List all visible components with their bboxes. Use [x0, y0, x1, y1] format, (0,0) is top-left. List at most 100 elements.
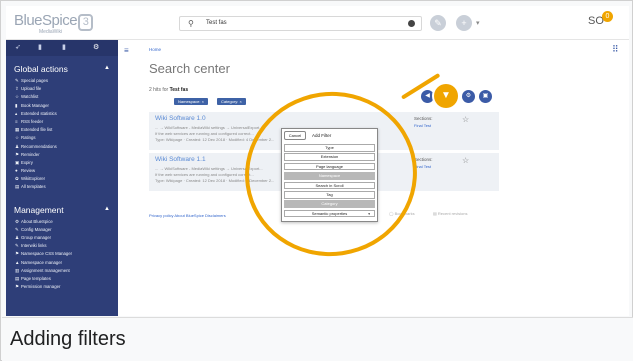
filter-chip-category[interactable]: Category: × — [217, 98, 246, 105]
add-icon[interactable]: + — [456, 15, 472, 31]
sidebar-item[interactable]: ⚑ Permission manager — [6, 283, 118, 291]
result-title[interactable]: Wiki Software 1.0 — [155, 115, 206, 122]
result-snippet: If the web services are running and conf… — [155, 131, 254, 136]
clear-search-icon[interactable] — [408, 20, 415, 27]
sidebar-item[interactable]: ⚙ About BlueSpice — [6, 218, 118, 226]
filter-icon[interactable]: ▼ — [434, 84, 458, 108]
sidebar-item[interactable]: ▲ Namespace manager — [6, 259, 118, 267]
sidebar-item-label: WikiExplorer — [21, 176, 46, 182]
sidebar-item[interactable]: ▴ Extended statistics — [6, 110, 118, 118]
recent-revisions-link[interactable]: ▤ Recent revisions — [433, 211, 467, 216]
filter-option-label: Page language — [316, 163, 343, 169]
sidebar-item-label: RSS feeder — [21, 118, 44, 124]
section-link[interactable]: Final Test — [414, 164, 431, 169]
result-meta: Type: Wikipage · Created: 12 Dec 2018 · … — [155, 137, 275, 142]
apps-grid-icon[interactable]: ⠿ — [612, 44, 619, 55]
menu-icon[interactable]: ≡ — [124, 46, 129, 55]
sidebar-item[interactable]: ✎ Interwiki links — [6, 242, 118, 250]
bookmarks-link[interactable]: ◯ Bookmarks — [389, 211, 415, 216]
filter-option: Namespace — [284, 172, 375, 180]
page-title: Search center — [149, 61, 230, 76]
export-tool-icon[interactable]: ▣ — [479, 90, 492, 103]
section-title: Management — [14, 204, 64, 215]
logo-number: 3 — [78, 14, 94, 31]
edit-icon[interactable]: ✎ — [430, 15, 446, 31]
sidebar-item[interactable]: ☆ Ratings — [6, 134, 118, 142]
sidebar-item[interactable]: ♟ Recommendations — [6, 143, 118, 151]
sidebar-item-label: Interwiki links — [21, 243, 47, 249]
sidebar-item[interactable]: ☆ Watchlist — [6, 93, 118, 101]
sidebar-item[interactable]: ✎ Special pages — [6, 77, 118, 85]
breadcrumb[interactable]: Home — [149, 47, 161, 52]
sidebar: ➶ ▮ ▮ ⚙ Global actions ▲ ✎ Special pages ⇪… — [6, 40, 118, 316]
back-tool-icon[interactable]: ◀ — [421, 90, 434, 103]
filter-option-label: Namespace — [318, 173, 341, 179]
sidebar-item[interactable]: ♟ Group manager — [6, 234, 118, 242]
sidebar-section-management[interactable]: Management ▲ — [6, 197, 118, 218]
sidebar-item-label: Assignment management — [21, 267, 70, 273]
sidebar-item-label: Review — [21, 168, 36, 174]
global-actions-list: ✎ Special pages ⇪ Upload file ☆ Watchlist ▮ Boo… — [6, 77, 118, 192]
filter-option-label: Search in Scroll — [315, 182, 344, 188]
sidebar-item-label: Watchlist — [21, 94, 39, 100]
sidebar-item[interactable]: ✿ WikiExplorer — [6, 175, 118, 183]
gear-icon[interactable]: ⚙ — [93, 43, 99, 51]
search-icon: ⚲ — [188, 19, 194, 28]
sidebar-item[interactable]: ▣ Expiry — [6, 159, 118, 167]
filter-option-label: Type — [325, 145, 334, 150]
search-value: Test fas — [206, 20, 227, 26]
figure-frame: BlueSpice 3 MediaWiki ⚲ Test fas ✎ + ▾ SO… — [0, 0, 633, 361]
result-snippet: If the web services are running and conf… — [155, 172, 254, 177]
sidebar-item-label: Config Manager — [21, 226, 52, 232]
sidebar-item[interactable]: ▤ Page templates — [6, 275, 118, 283]
sidebar-item[interactable]: ⇪ Upload file — [6, 85, 118, 93]
screenshot: BlueSpice 3 MediaWiki ⚲ Test fas ✎ + ▾ SO… — [6, 6, 629, 316]
sidebar-item-label: Permission manager — [21, 284, 61, 290]
navigation-icon[interactable]: ➶ — [15, 43, 21, 51]
trash-icon[interactable]: ▮ — [62, 43, 66, 51]
filter-option[interactable]: Semantic properties ▾ — [284, 209, 375, 218]
sidebar-item-label: Extended statistics — [21, 110, 57, 116]
sidebar-item[interactable]: ⚑ Reminder — [6, 151, 118, 159]
sidebar-item-label: Page templates — [21, 275, 51, 281]
sections-label: Sections: — [414, 116, 433, 121]
filter-option[interactable]: Extension — [284, 153, 375, 161]
filter-option-label: Semantic properties — [311, 210, 348, 216]
sidebar-item[interactable]: ▤ All templates — [6, 183, 118, 191]
filter-option[interactable]: Type — [284, 144, 375, 152]
sidebar-item-label: Expiry — [21, 159, 33, 165]
star-icon[interactable]: ☆ — [462, 156, 469, 165]
filter-option-label: Extension — [320, 154, 339, 160]
sidebar-item-label: Namespace CSS Manager — [21, 251, 73, 257]
filter-option[interactable]: Search in Scroll — [284, 181, 375, 190]
sidebar-item[interactable]: ▦ Extended file list — [6, 126, 118, 134]
sidebar-item-label: Group manager — [21, 235, 52, 240]
sidebar-tabs: ➶ ▮ ▮ ⚙ — [6, 40, 118, 56]
sidebar-item[interactable]: ✎ Config Manager — [6, 226, 118, 234]
filter-chip-namespace[interactable]: Namespace: × — [174, 98, 208, 105]
search-input[interactable]: ⚲ Test fas — [179, 16, 422, 31]
logo-subtitle: MediaWiki — [39, 29, 63, 35]
sidebar-item[interactable]: ⚑ Namespace CSS Manager — [6, 250, 118, 258]
footer-links[interactable]: Privacy policy About BlueSpice Disclaime… — [149, 213, 226, 218]
sidebar-section-global[interactable]: Global actions ▲ — [6, 56, 118, 77]
filter-option[interactable]: Page language — [284, 162, 375, 171]
sections-label: Sections: — [414, 157, 433, 162]
settings-tool-icon[interactable]: ⚙ — [462, 90, 475, 103]
pages-icon[interactable]: ▮ — [38, 43, 42, 51]
sidebar-item-label: About BlueSpice — [21, 218, 53, 224]
chevron-down-icon[interactable]: ▾ — [476, 19, 480, 27]
cancel-button[interactable]: Cancel — [284, 131, 306, 140]
section-link[interactable]: Final Test — [414, 123, 431, 128]
filter-option[interactable]: Tag — [284, 191, 375, 199]
sidebar-item[interactable]: ▥ Assignment management — [6, 267, 118, 275]
sidebar-item-label: Book Manager — [21, 102, 49, 108]
result-title[interactable]: Wiki Software 1.1 — [155, 156, 206, 163]
sidebar-item[interactable]: ▮ Book Manager — [6, 102, 118, 110]
management-list: ⚙ About BlueSpice ✎ Config Manager ♟ Group ma… — [6, 218, 118, 292]
star-icon[interactable]: ☆ — [462, 115, 469, 124]
notification-badge[interactable]: 0 — [602, 11, 613, 22]
sidebar-item[interactable]: ≡ RSS feeder — [6, 118, 118, 126]
sidebar-item-label: Special pages — [21, 78, 48, 83]
sidebar-item[interactable]: ● Review — [6, 167, 118, 175]
